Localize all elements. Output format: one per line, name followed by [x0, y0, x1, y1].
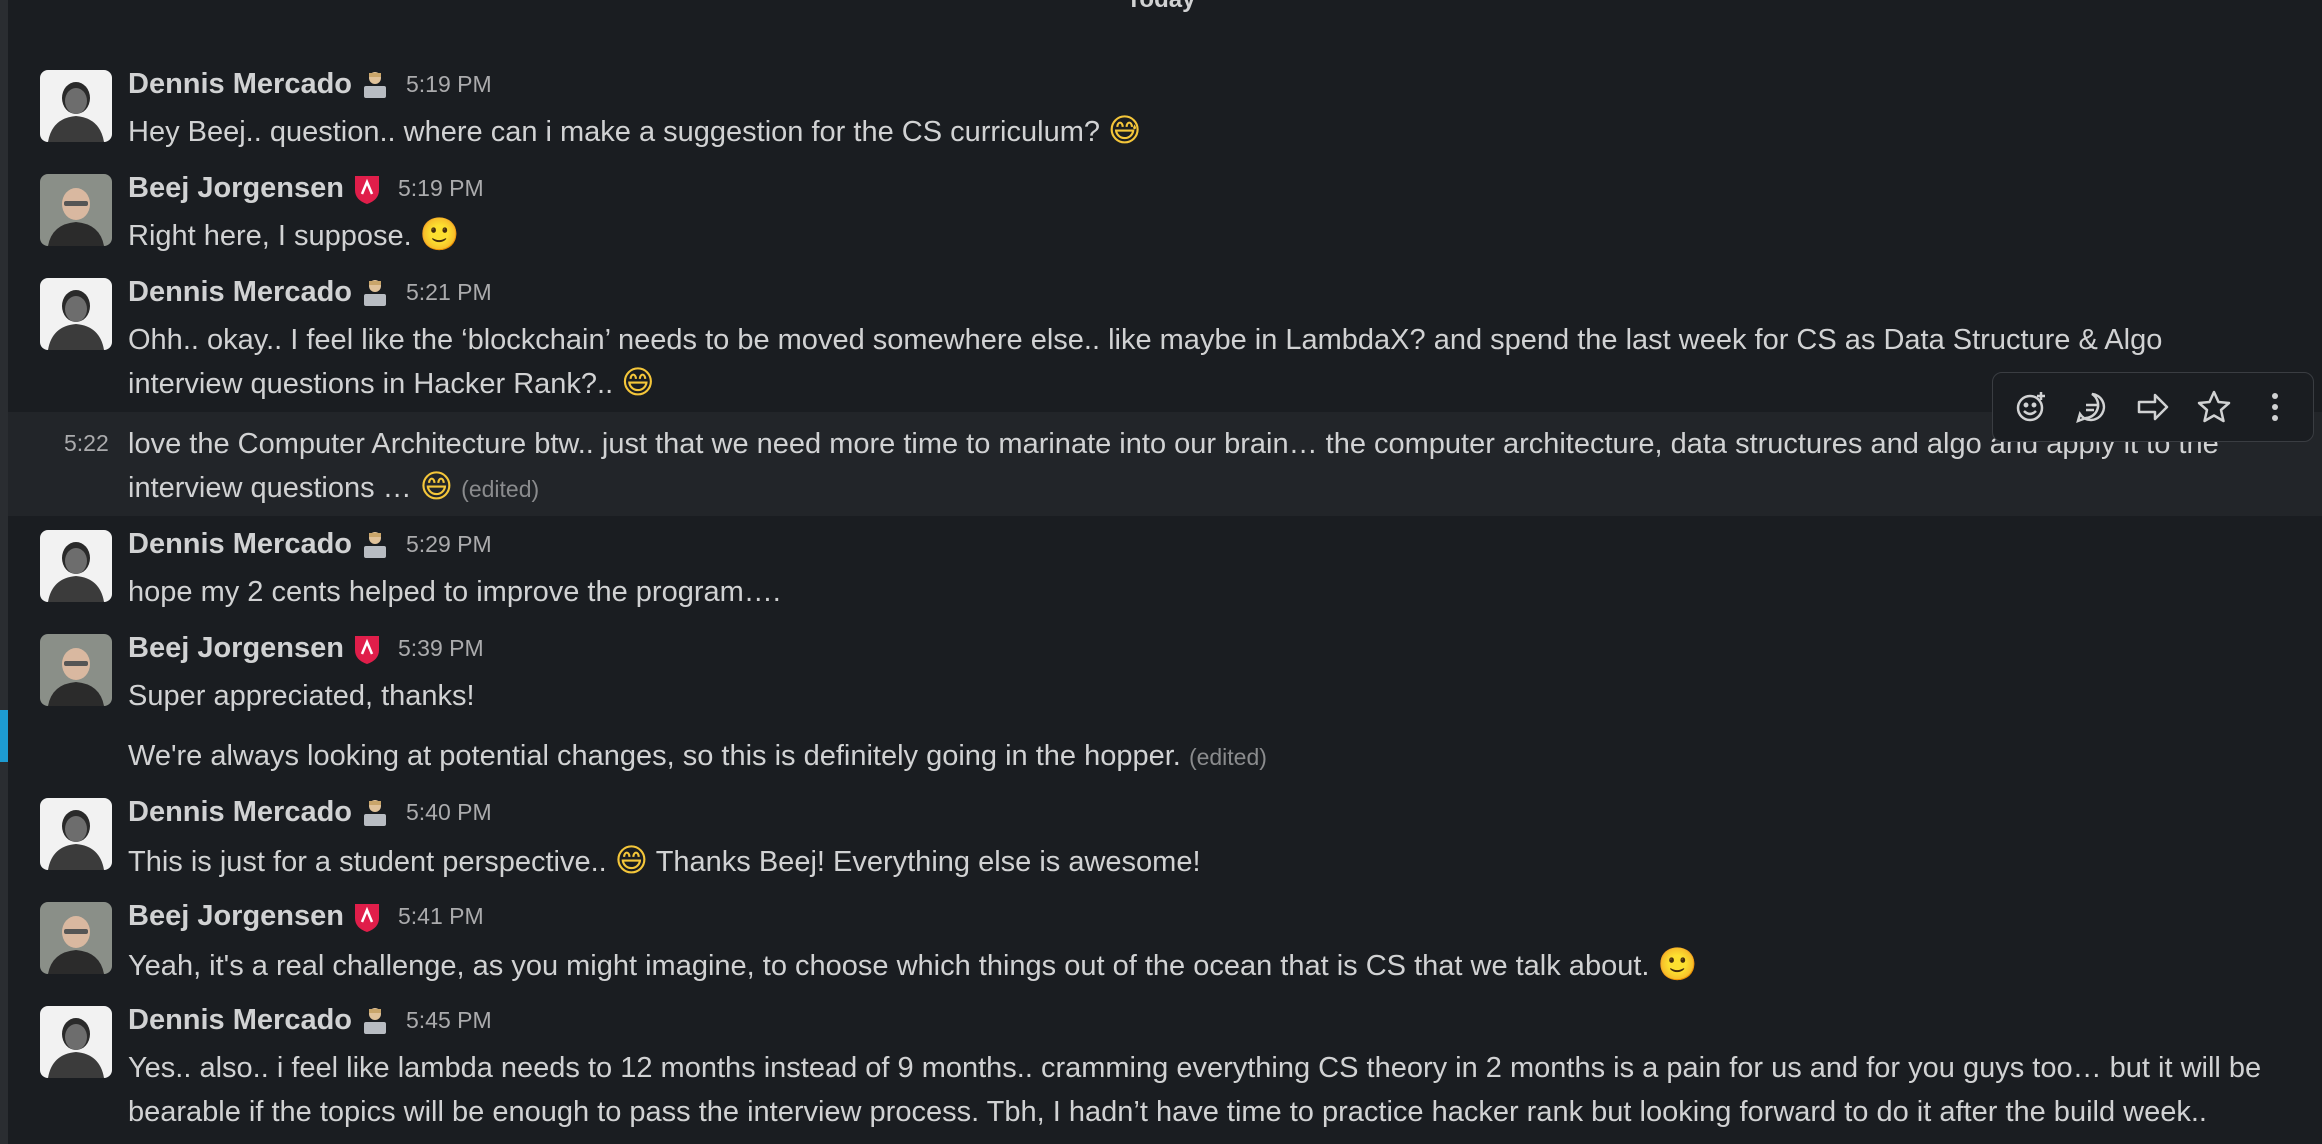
message-text-line1: Yes.. also.. i feel like lambda needs to…	[128, 1052, 2262, 1084]
message-header: Dennis Mercado 5:21 PM	[128, 276, 492, 309]
timestamp[interactable]: 5:29 PM	[406, 531, 492, 558]
shield-badge-icon	[354, 902, 380, 932]
more-actions-icon[interactable]	[2251, 383, 2299, 431]
avatar-beej[interactable]	[40, 902, 112, 974]
sender-name[interactable]: Beej Jorgensen	[128, 172, 344, 205]
edited-label: (edited)	[1188, 744, 1267, 770]
message-text: Yeah, it's a real challenge, as you migh…	[128, 945, 1698, 983]
computer-emoji-icon	[362, 798, 388, 828]
day-divider: Today	[0, 0, 2322, 14]
save-star-icon[interactable]	[2190, 383, 2238, 431]
unread-indicator	[0, 710, 8, 762]
avatar-beej[interactable]	[40, 634, 112, 706]
message-followup: We're always looking at potential change…	[128, 740, 1267, 772]
sender-name[interactable]: Beej Jorgensen	[128, 900, 344, 933]
message-header: Dennis Mercado 5:19 PM	[128, 68, 492, 101]
message-header: Dennis Mercado 5:45 PM	[128, 1004, 492, 1037]
sender-name[interactable]: Dennis Mercado	[128, 276, 352, 309]
timestamp[interactable]: 5:19 PM	[398, 175, 484, 202]
computer-emoji-icon	[362, 1006, 388, 1036]
message-text-line2: interview questions … 😄 (edited)	[128, 467, 540, 505]
message-header: Beej Jorgensen 5:41 PM	[128, 900, 484, 933]
sweat-smile-emoji: 😅	[1108, 111, 1142, 149]
message-text-line2: bearable if the topics will be enough to…	[128, 1096, 2207, 1128]
computer-emoji-icon	[362, 530, 388, 560]
message-text: Super appreciated, thanks!	[128, 680, 475, 712]
message-text: Right here, I suppose. 🙂	[128, 215, 460, 253]
add-reaction-icon[interactable]	[2007, 383, 2055, 431]
sender-name[interactable]: Dennis Mercado	[128, 1004, 352, 1037]
message-actions-toolbar	[1992, 372, 2314, 442]
reply-in-thread-icon[interactable]	[2068, 383, 2116, 431]
avatar-dennis[interactable]	[40, 798, 112, 870]
message-text: This is just for a student perspective..…	[128, 841, 1201, 879]
timestamp[interactable]: 5:41 PM	[398, 903, 484, 930]
grin-emoji: 😄	[419, 467, 454, 505]
message-text-line1: Ohh.. okay.. I feel like the ‘blockchain…	[128, 324, 2163, 356]
avatar-beej[interactable]	[40, 174, 112, 246]
sender-name[interactable]: Dennis Mercado	[128, 68, 352, 101]
timestamp[interactable]: 5:40 PM	[406, 799, 492, 826]
timestamp[interactable]: 5:19 PM	[406, 71, 492, 98]
timestamp[interactable]: 5:21 PM	[406, 279, 492, 306]
message-header: Dennis Mercado 5:29 PM	[128, 528, 492, 561]
timestamp[interactable]: 5:45 PM	[406, 1007, 492, 1034]
shield-badge-icon	[354, 174, 380, 204]
slight-smile-emoji: 🙂	[419, 215, 460, 253]
message-header: Dennis Mercado 5:40 PM	[128, 796, 492, 829]
sender-name[interactable]: Beej Jorgensen	[128, 632, 344, 665]
message-header: Beej Jorgensen 5:19 PM	[128, 172, 484, 205]
edited-label: (edited)	[461, 476, 540, 502]
avatar-dennis[interactable]	[40, 1006, 112, 1078]
message-header: Beej Jorgensen 5:39 PM	[128, 632, 484, 665]
message-text: Hey Beej.. question.. where can i make a…	[128, 111, 1142, 149]
timestamp[interactable]: 5:22	[64, 430, 109, 457]
grin-emoji: 😄	[614, 841, 649, 879]
grin-emoji: 😄	[621, 363, 655, 401]
shield-badge-icon	[354, 634, 380, 664]
slight-smile-emoji: 🙂	[1657, 945, 1698, 983]
share-message-icon[interactable]	[2129, 383, 2177, 431]
message-text-line2: interview questions in Hacker Rank?.. 😄	[128, 363, 655, 401]
avatar-dennis[interactable]	[40, 70, 112, 142]
avatar-dennis[interactable]	[40, 530, 112, 602]
timestamp[interactable]: 5:39 PM	[398, 635, 484, 662]
computer-emoji-icon	[362, 70, 388, 100]
sender-name[interactable]: Dennis Mercado	[128, 528, 352, 561]
avatar-dennis[interactable]	[40, 278, 112, 350]
sender-name[interactable]: Dennis Mercado	[128, 796, 352, 829]
message-text: hope my 2 cents helped to improve the pr…	[128, 576, 781, 608]
message-text-line1: love the Computer Architecture btw.. jus…	[128, 428, 2219, 460]
sidebar-edge	[0, 0, 8, 1144]
computer-emoji-icon	[362, 278, 388, 308]
